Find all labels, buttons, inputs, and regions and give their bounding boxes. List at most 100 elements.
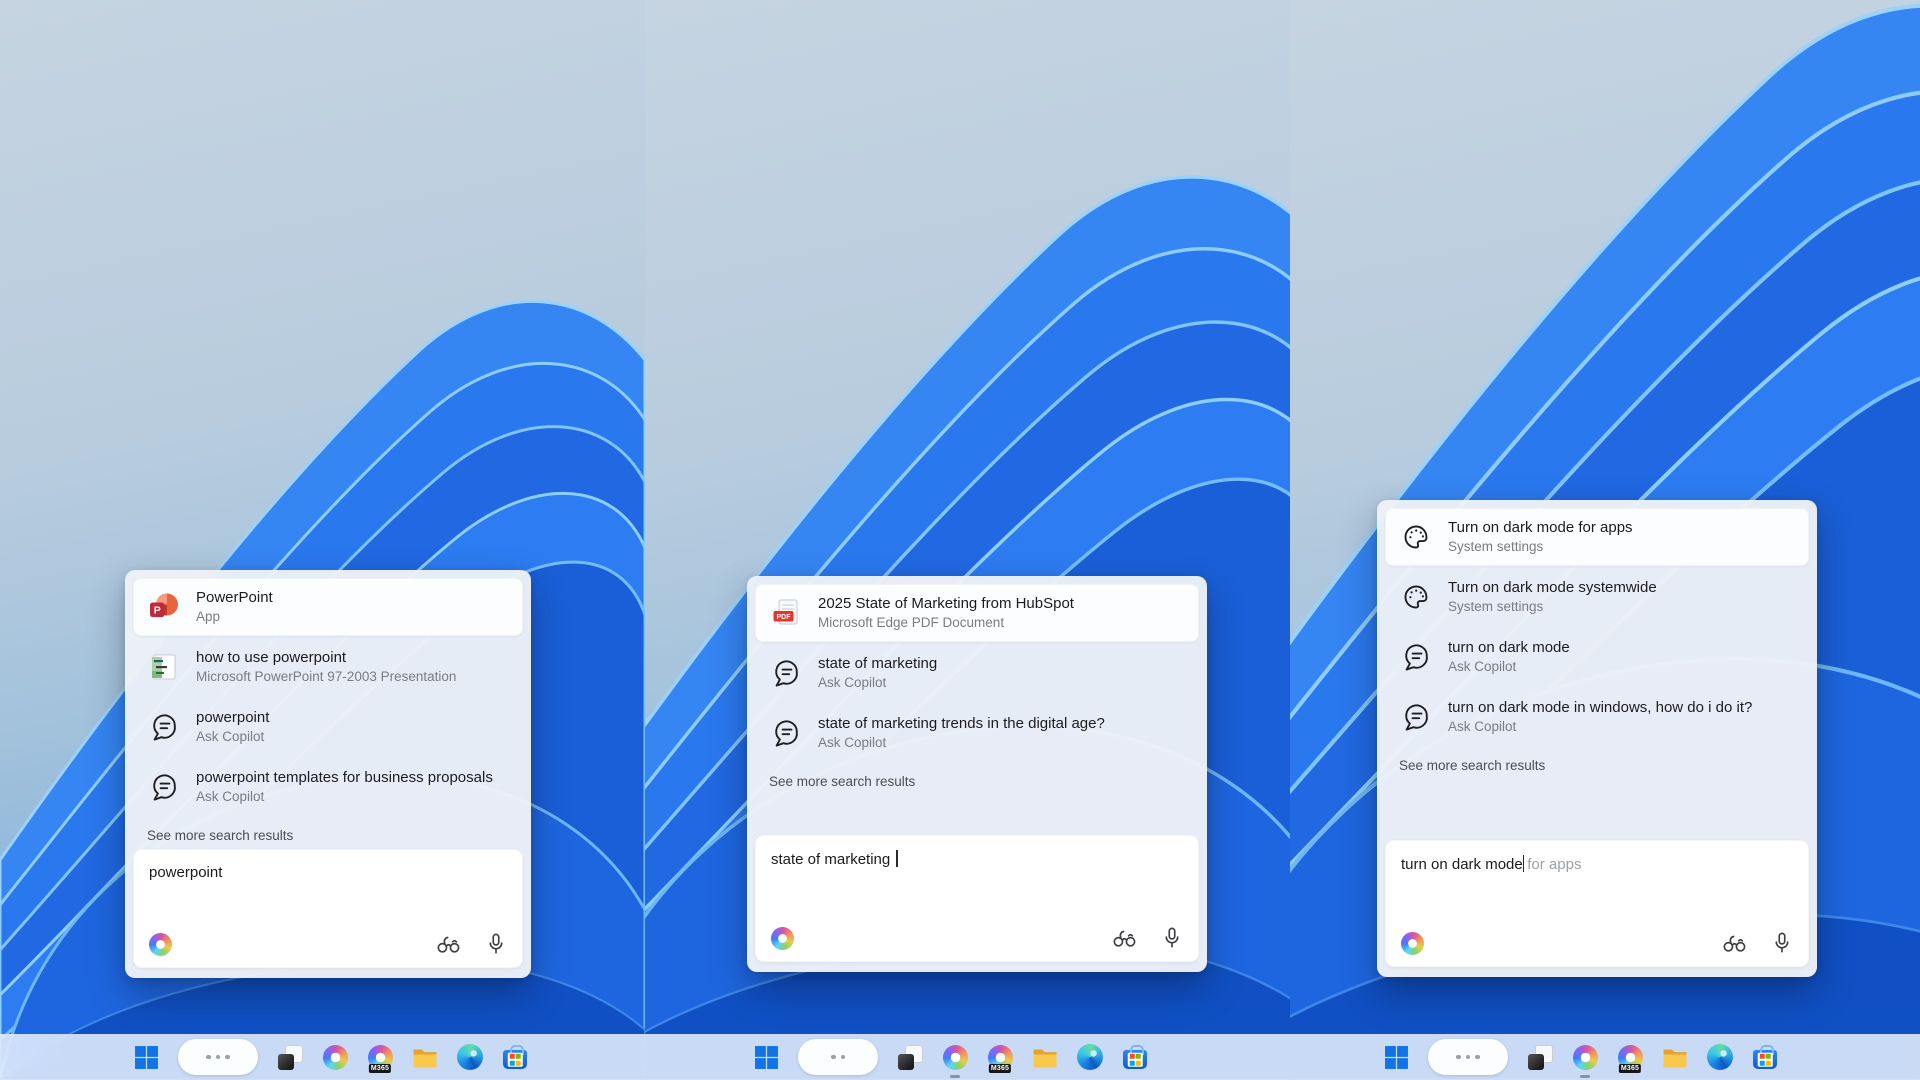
svg-text:PDF: PDF	[777, 614, 792, 621]
loading-dot	[1475, 1055, 1480, 1060]
result-title: Turn on dark mode systemwide	[1448, 578, 1657, 598]
result-subtitle: App	[196, 608, 273, 626]
running-indicator	[950, 1075, 960, 1078]
visual-search-icon[interactable]	[1721, 931, 1747, 955]
m365-copilot-taskbar-icon[interactable]: M365	[987, 1044, 1013, 1070]
running-indicator	[1580, 1075, 1590, 1078]
pdf-file-icon: PDF	[769, 596, 803, 630]
result-title: turn on dark mode	[1448, 638, 1570, 658]
search-result-row[interactable]: turn on dark mode Ask Copilot	[1385, 628, 1809, 686]
see-more-link[interactable]: See more search results	[1385, 748, 1809, 779]
copilot-logo-icon[interactable]	[1401, 932, 1424, 955]
copilot-chat-icon	[1399, 640, 1433, 674]
loading-dot	[206, 1055, 211, 1060]
microphone-icon[interactable]	[1771, 931, 1793, 955]
taskbar-search-pill[interactable]	[178, 1039, 258, 1075]
m365-badge: M365	[989, 1064, 1011, 1073]
result-subtitle: Ask Copilot	[1448, 658, 1570, 676]
search-result-row[interactable]: powerpoint templates for business propos…	[133, 758, 523, 816]
result-title: turn on dark mode in windows, how do i d…	[1448, 698, 1752, 718]
search-result-row[interactable]: powerpoint Ask Copilot	[133, 698, 523, 756]
microphone-icon[interactable]	[1161, 926, 1183, 950]
search-flyout: Turn on dark mode for apps System settin…	[1377, 500, 1817, 977]
result-subtitle: Ask Copilot	[196, 728, 269, 746]
result-title: state of marketing	[818, 654, 937, 674]
search-result-row[interactable]: Turn on dark mode systemwide System sett…	[1385, 568, 1809, 626]
microsoft-store-icon[interactable]	[1752, 1044, 1778, 1070]
palette-icon	[1399, 580, 1433, 614]
loading-dot	[841, 1055, 846, 1060]
search-box[interactable]: turn on dark modefor apps	[1385, 840, 1809, 967]
see-more-link[interactable]: See more search results	[755, 764, 1199, 795]
taskbar-icons: M365	[753, 1034, 1148, 1080]
result-title: powerpoint templates for business propos…	[196, 768, 493, 788]
powerpoint-app-icon: P	[147, 590, 181, 624]
taskbar-icons: M365	[1383, 1034, 1778, 1080]
svg-text:P: P	[154, 605, 161, 617]
search-box[interactable]: state of marketing	[755, 835, 1199, 962]
result-subtitle: Ask Copilot	[1448, 718, 1752, 736]
file-explorer-icon[interactable]	[412, 1044, 438, 1070]
taskbar-icons: M365	[133, 1034, 528, 1080]
m365-badge: M365	[369, 1064, 391, 1073]
file-explorer-icon[interactable]	[1032, 1044, 1058, 1070]
loading-dot	[216, 1055, 221, 1060]
visual-search-icon[interactable]	[1111, 926, 1137, 950]
copilot-chat-icon	[147, 770, 181, 804]
copilot-taskbar-icon[interactable]	[1572, 1044, 1598, 1070]
start-button[interactable]	[133, 1044, 159, 1070]
result-title: powerpoint	[196, 708, 269, 728]
result-title: how to use powerpoint	[196, 648, 456, 668]
result-subtitle: System settings	[1448, 538, 1633, 556]
microphone-icon[interactable]	[485, 932, 507, 956]
copilot-chat-icon	[147, 710, 181, 744]
text-cursor	[1523, 855, 1525, 872]
task-view-button[interactable]	[897, 1044, 923, 1070]
copilot-taskbar-icon[interactable]	[942, 1044, 968, 1070]
result-subtitle: Ask Copilot	[818, 734, 1105, 752]
search-result-row[interactable]: turn on dark mode in windows, how do i d…	[1385, 688, 1809, 746]
ppt-legacy-file-icon	[147, 650, 181, 684]
edge-browser-icon[interactable]	[1707, 1044, 1733, 1070]
palette-icon	[1399, 520, 1433, 554]
edge-browser-icon[interactable]	[457, 1044, 483, 1070]
search-result-row[interactable]: state of marketing Ask Copilot	[755, 644, 1199, 702]
copilot-logo-icon[interactable]	[149, 933, 172, 956]
desktop-composite: P PowerPoint App how to use pow	[0, 0, 1920, 1080]
result-subtitle: Ask Copilot	[818, 674, 937, 692]
search-result-row[interactable]: state of marketing trends in the digital…	[755, 704, 1199, 762]
search-result-row[interactable]: P PowerPoint App	[133, 578, 523, 636]
result-title: 2025 State of Marketing from HubSpot	[818, 594, 1074, 614]
loading-dot	[1466, 1055, 1471, 1060]
result-subtitle: Microsoft PowerPoint 97-2003 Presentatio…	[196, 668, 456, 686]
loading-dot	[225, 1055, 230, 1060]
search-query-text: powerpoint	[149, 864, 222, 881]
search-result-row[interactable]: Turn on dark mode for apps System settin…	[1385, 508, 1809, 566]
result-subtitle: System settings	[1448, 598, 1657, 616]
copilot-chat-icon	[1399, 700, 1433, 734]
copilot-taskbar-icon[interactable]	[322, 1044, 348, 1070]
task-view-button[interactable]	[1527, 1044, 1553, 1070]
start-button[interactable]	[753, 1044, 779, 1070]
m365-copilot-taskbar-icon[interactable]: M365	[1617, 1044, 1643, 1070]
task-view-button[interactable]	[277, 1044, 303, 1070]
result-title: PowerPoint	[196, 588, 273, 608]
taskbar-search-pill[interactable]	[1428, 1039, 1508, 1075]
result-title: state of marketing trends in the digital…	[818, 714, 1105, 734]
search-result-row[interactable]: PDF 2025 State of Marketing from HubSpot…	[755, 584, 1199, 642]
copilot-logo-icon[interactable]	[771, 927, 794, 950]
result-title: Turn on dark mode for apps	[1448, 518, 1633, 538]
search-result-row[interactable]: how to use powerpoint Microsoft PowerPoi…	[133, 638, 523, 696]
taskbar-search-pill[interactable]	[798, 1039, 878, 1075]
start-button[interactable]	[1383, 1044, 1409, 1070]
search-box[interactable]: powerpoint	[133, 849, 523, 968]
result-subtitle: Ask Copilot	[196, 788, 493, 806]
microsoft-store-icon[interactable]	[1122, 1044, 1148, 1070]
visual-search-icon[interactable]	[435, 932, 461, 956]
edge-browser-icon[interactable]	[1077, 1044, 1103, 1070]
taskbar: M365 M36	[0, 1034, 1920, 1080]
microsoft-store-icon[interactable]	[502, 1044, 528, 1070]
m365-copilot-taskbar-icon[interactable]: M365	[367, 1044, 393, 1070]
file-explorer-icon[interactable]	[1662, 1044, 1688, 1070]
see-more-link[interactable]: See more search results	[133, 818, 523, 849]
